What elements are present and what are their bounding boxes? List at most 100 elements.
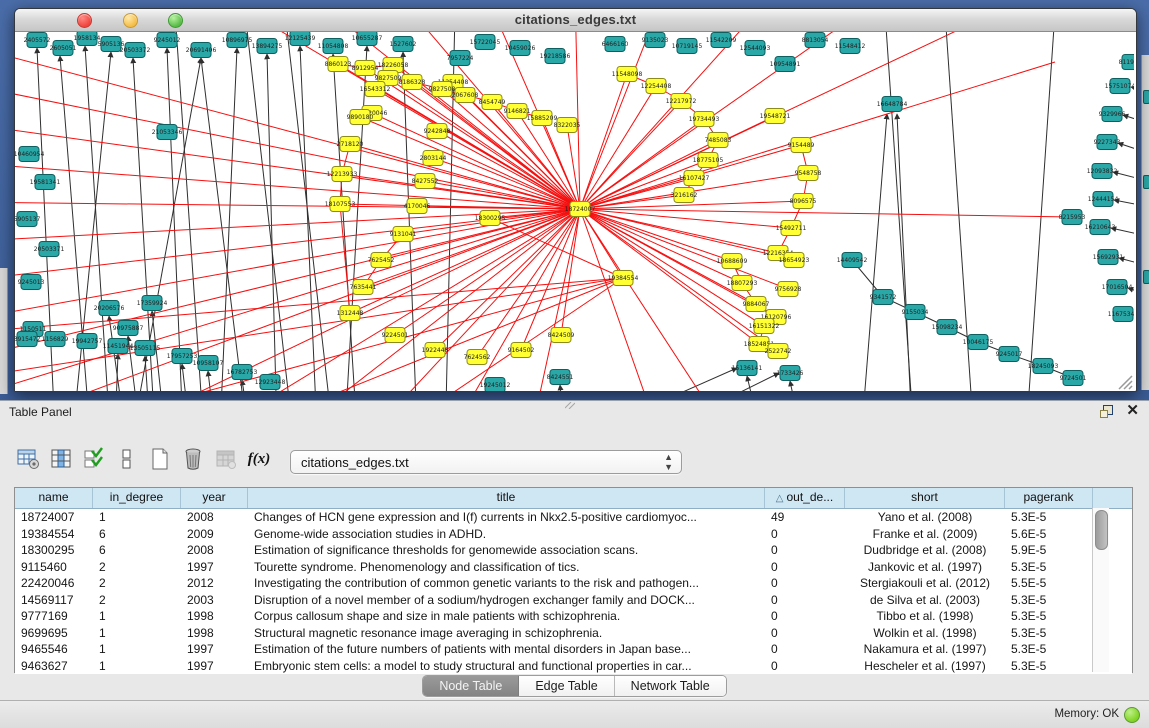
graph-node[interactable]: 11675342 xyxy=(1108,307,1134,322)
graph-node[interactable]: 15692931 xyxy=(1093,250,1124,265)
graph-node[interactable]: 1958134 xyxy=(74,32,101,46)
graph-node[interactable]: 9329966 xyxy=(1099,107,1126,122)
graph-node[interactable]: 9890180 xyxy=(347,110,374,125)
graph-node[interactable]: 9227343 xyxy=(1094,135,1121,150)
graph-node[interactable]: 7635441 xyxy=(350,280,377,295)
graph-node[interactable]: 10719145 xyxy=(672,39,703,54)
window-resize-grip[interactable] xyxy=(1119,376,1132,389)
graph-node[interactable]: 4170046 xyxy=(404,199,431,214)
graph-node[interactable]: 18107553 xyxy=(325,197,356,212)
graph-node[interactable]: 8424509 xyxy=(548,328,575,343)
graph-node[interactable]: 10460954 xyxy=(15,147,44,162)
graph-node[interactable]: 18245093 xyxy=(1028,359,1059,374)
graph-node[interactable]: 8427552 xyxy=(412,174,439,189)
new-table-icon[interactable] xyxy=(146,445,174,473)
graph-node[interactable]: 12254408 xyxy=(641,79,672,94)
graph-node[interactable]: 8119304 xyxy=(1119,55,1134,70)
graph-node[interactable]: 17016504 xyxy=(1102,280,1133,295)
graph-node[interactable]: 7625452 xyxy=(368,253,395,268)
graph-node[interactable]: 3216162 xyxy=(671,188,698,203)
table-row[interactable]: 911546021997Tourette syndrome. Phenomeno… xyxy=(15,559,1132,576)
graph-node[interactable]: 2605051 xyxy=(50,41,77,56)
graph-node[interactable]: 8454749 xyxy=(479,95,506,110)
table-row[interactable]: 969969511998Structural magnetic resonanc… xyxy=(15,625,1132,642)
graph-node[interactable]: 5905137 xyxy=(15,212,41,227)
graph-node[interactable]: 2522742 xyxy=(765,344,792,359)
graph-node[interactable]: 8215953 xyxy=(1059,210,1086,225)
graph-node[interactable]: 11548412 xyxy=(835,39,866,54)
column-header-in_degree[interactable]: in_degree xyxy=(93,488,181,508)
graph-node[interactable]: 1922448 xyxy=(422,343,449,358)
graph-node[interactable]: 9155034 xyxy=(902,305,929,320)
graph-node[interactable]: 19245012 xyxy=(480,378,511,392)
graph-node[interactable]: 17359924 xyxy=(137,296,168,311)
graph-node[interactable]: 9884067 xyxy=(743,297,770,312)
table-row[interactable]: 1456911722003Disruption of a novel membe… xyxy=(15,592,1132,609)
table-row[interactable]: 977716911998Corpus callosum shape and si… xyxy=(15,608,1132,625)
select-columns-icon[interactable] xyxy=(80,445,108,473)
graph-node[interactable]: 12444154 xyxy=(1088,192,1119,207)
graph-node[interactable]: 8424551 xyxy=(547,370,574,385)
graph-node[interactable]: 9756928 xyxy=(775,282,802,297)
graph-node[interactable]: 8860123 xyxy=(325,57,352,72)
graph-node[interactable]: 9245017 xyxy=(996,347,1023,362)
graph-node[interactable]: 9548758 xyxy=(795,166,822,181)
graph-node[interactable]: 10655287 xyxy=(352,32,383,46)
table-row[interactable]: 1830029562008Estimation of significance … xyxy=(15,542,1132,559)
graph-node[interactable]: 13894275 xyxy=(252,39,283,54)
graph-node[interactable]: 9135023 xyxy=(642,33,669,48)
graph-node[interactable]: 9245012 xyxy=(154,33,181,48)
function-builder-icon[interactable]: f(x) xyxy=(245,445,273,473)
graph-node[interactable]: 8322035 xyxy=(554,118,581,133)
graph-node[interactable]: 21053346 xyxy=(152,125,183,140)
graph-node[interactable]: 1312448 xyxy=(337,306,364,321)
column-chooser-icon[interactable] xyxy=(47,445,75,473)
graph-node[interactable]: 20503371 xyxy=(34,242,65,257)
graph-node[interactable]: 7957224 xyxy=(447,51,474,66)
vertical-scrollbar[interactable] xyxy=(1092,508,1109,672)
column-header-short[interactable]: short xyxy=(845,488,1005,508)
graph-node[interactable]: 1733426 xyxy=(777,366,804,381)
graph-node[interactable]: 18775105 xyxy=(693,153,724,168)
graph-node[interactable]: 9245013 xyxy=(18,275,45,290)
graph-node[interactable]: 19218586 xyxy=(540,49,571,64)
table-row[interactable]: 946362711997Embryonic stem cells: a mode… xyxy=(15,658,1132,675)
graph-node[interactable]: 15136141 xyxy=(732,361,763,376)
graph-node[interactable]: 12217972 xyxy=(666,94,697,109)
table-row[interactable]: 1872400712008Changes of HCN gene express… xyxy=(15,509,1132,526)
graph-node[interactable]: 10954891 xyxy=(770,57,801,72)
tab-node-table[interactable]: Node Table xyxy=(423,676,519,696)
graph-node[interactable]: 7624562 xyxy=(464,350,491,365)
column-header-year[interactable]: year xyxy=(181,488,248,508)
column-header-out_de[interactable]: △out_de... xyxy=(765,488,845,508)
graph-node[interactable]: 19942757 xyxy=(72,334,103,349)
column-header-pagerank[interactable]: pagerank xyxy=(1005,488,1093,508)
graph-node[interactable]: 15722045 xyxy=(470,35,501,50)
graph-node[interactable]: 2067608 xyxy=(452,88,479,103)
graph-node[interactable]: 9242848 xyxy=(424,124,451,139)
graph-node[interactable]: 20691406 xyxy=(186,43,217,58)
graph-node[interactable]: 20206576 xyxy=(94,301,125,316)
graph-node[interactable]: 2803144 xyxy=(420,151,447,166)
graph-node[interactable]: 2718120 xyxy=(337,137,364,152)
graph-node[interactable]: 9131041 xyxy=(390,227,417,242)
memory-status-indicator[interactable] xyxy=(1124,707,1140,723)
graph-node[interactable]: 11054808 xyxy=(318,39,349,54)
graph-node[interactable]: 19734493 xyxy=(689,112,720,127)
graph-node[interactable]: 9154489 xyxy=(788,138,815,153)
graph-node[interactable]: 7485083 xyxy=(705,133,732,148)
graph-node[interactable]: 2405572 xyxy=(24,33,51,48)
graph-node[interactable]: 19581341 xyxy=(30,175,61,190)
tab-network-table[interactable]: Network Table xyxy=(615,676,726,696)
graph-node[interactable]: 8912954 xyxy=(352,61,379,76)
tab-edge-table[interactable]: Edge Table xyxy=(519,676,614,696)
graph-node[interactable]: 11542209 xyxy=(706,33,737,48)
graph-node[interactable]: 15492711 xyxy=(776,221,807,236)
graph-node[interactable]: 9164502 xyxy=(508,343,535,358)
graph-node[interactable]: 1527602 xyxy=(390,37,417,52)
graph-node[interactable]: 10958107 xyxy=(193,356,224,371)
graph-node[interactable]: 15751074 xyxy=(1105,79,1134,94)
graph-node[interactable]: 9341572 xyxy=(870,290,897,305)
graph-node[interactable]: 12544093 xyxy=(740,41,771,56)
graph-node[interactable]: 3915472 xyxy=(15,332,41,347)
